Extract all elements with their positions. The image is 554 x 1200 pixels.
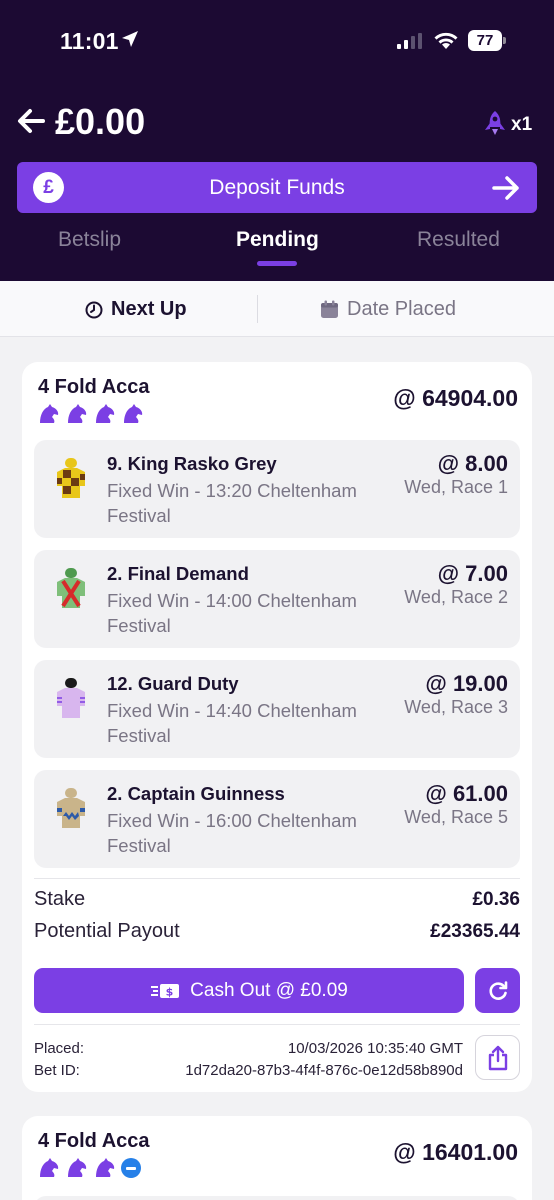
bet-card[interactable]: 4 Fold Acca @ 64904.00 9. King Rasko Gre… (22, 362, 532, 1092)
cash-out-button[interactable]: $ Cash Out @ £0.09 (34, 968, 464, 1013)
horse-head-icon (96, 404, 115, 423)
runner-name: 2. Captain Guinness (107, 783, 285, 804)
horse-head-icon (68, 404, 87, 423)
leg-odds: @ 8.00 (437, 451, 508, 476)
bet-leg[interactable]: 2. Final Demand Fixed Win - 14:00 Chelte… (34, 550, 520, 648)
share-button[interactable] (475, 1035, 520, 1080)
market-description: Fixed Win - 16:00 Cheltenham Festival (107, 810, 357, 856)
horse-head-icon (40, 1158, 59, 1177)
refresh-icon (489, 980, 507, 1000)
divider (34, 878, 520, 879)
refresh-cashout-button[interactable] (475, 968, 520, 1013)
void-leg-icon (121, 1158, 141, 1178)
sort-next-up-label: Next Up (111, 298, 187, 320)
tab-betslip[interactable]: Betslip (58, 228, 121, 252)
market-description: Fixed Win - 13:20 Cheltenham Festival (107, 480, 357, 526)
market-description: Fixed Win - 14:00 Cheltenham Festival (107, 590, 357, 636)
battery-level: 77 (468, 30, 502, 51)
tab-resulted[interactable]: Resulted (417, 228, 500, 252)
divider (34, 1024, 520, 1025)
battery-nub (503, 37, 506, 44)
runner-name: 9. King Rasko Grey (107, 453, 277, 474)
market-description: Fixed Win - 14:40 Cheltenham Festival (107, 700, 357, 746)
potential-payout-value: £23365.44 (430, 921, 520, 942)
stake-value: £0.36 (472, 889, 520, 910)
bet-id-value: 1d72da20-87b3-4f4f-876c-0e12d58b890d (185, 1062, 463, 1079)
leg-odds: @ 7.00 (437, 561, 508, 586)
calendar-icon (321, 300, 338, 318)
wifi-icon (434, 32, 458, 49)
clock-icon (85, 301, 103, 318)
bet-leg[interactable]: 12. Guard Duty Fixed Win - 14:40 Chelten… (34, 660, 520, 758)
leg-odds: @ 61.00 (425, 781, 508, 806)
placed-datetime: 10/03/2026 10:35:40 GMT (287, 1040, 463, 1057)
leg-race: Wed, Race 2 (404, 587, 508, 607)
leg-race: Wed, Race 5 (404, 807, 508, 827)
bet-id-label: Bet ID: (34, 1062, 80, 1079)
deposit-funds-label: Deposit Funds (209, 176, 345, 199)
bet-leg[interactable] (34, 1196, 520, 1200)
potential-payout-label: Potential Payout (34, 920, 180, 942)
tab-pending[interactable]: Pending (236, 228, 319, 252)
bet-title: 4 Fold Acca (38, 1130, 150, 1152)
runner-name: 2. Final Demand (107, 563, 249, 584)
leg-race: Wed, Race 1 (404, 477, 508, 497)
runner-name: 12. Guard Duty (107, 673, 239, 694)
cash-out-label: Cash Out @ £0.09 (190, 979, 348, 1001)
signal-icon (397, 33, 422, 49)
horse-head-icon (96, 1158, 115, 1177)
location-arrow-icon (122, 31, 138, 47)
status-time: 11:01 (60, 28, 119, 54)
bet-odds: @ 16401.00 (393, 1139, 518, 1165)
jockey-silk-icon (57, 458, 85, 498)
stake-label: Stake (34, 888, 86, 910)
bet-leg[interactable]: 2. Captain Guinness Fixed Win - 16:00 Ch… (34, 770, 520, 868)
svg-text:$: $ (166, 985, 174, 998)
bet-title: 4 Fold Acca (38, 376, 150, 398)
sort-next-up[interactable]: Next Up (85, 298, 187, 321)
app-header: 11:01 77 £0.00 x1 £ Deposit Funds Betsli… (0, 0, 554, 281)
rocket-icon[interactable] (484, 110, 506, 136)
back-arrow-icon[interactable] (16, 105, 46, 137)
account-balance: £0.00 (55, 101, 146, 142)
active-tab-indicator (257, 261, 297, 266)
sort-date-placed-label: Date Placed (347, 298, 456, 320)
leg-odds: @ 19.00 (425, 671, 508, 696)
leg-status-icons (37, 403, 145, 425)
horse-head-icon (40, 404, 59, 423)
jockey-silk-icon (57, 788, 85, 828)
status-bar: 11:01 77 (0, 0, 554, 80)
cash-icon: $ (151, 983, 180, 998)
leg-race: Wed, Race 3 (404, 697, 508, 717)
placed-label: Placed: (34, 1040, 85, 1057)
battery-indicator: 77 (468, 30, 506, 51)
sort-date-placed[interactable]: Date Placed (320, 298, 456, 321)
sort-bar: Next Up Date Placed (0, 281, 554, 337)
arrow-right-icon (492, 176, 519, 200)
deposit-funds-button[interactable]: £ Deposit Funds (17, 162, 537, 213)
horse-head-icon (124, 404, 143, 423)
share-icon (488, 1045, 507, 1070)
jockey-silk-icon (57, 678, 85, 718)
horse-head-icon (68, 1158, 87, 1177)
leg-status-icons (37, 1157, 141, 1179)
boost-count[interactable]: x1 (511, 114, 532, 136)
bet-odds: @ 64904.00 (393, 385, 518, 411)
jockey-silk-icon (57, 568, 85, 608)
bet-card[interactable]: 4 Fold Acca @ 16401.00 (22, 1116, 532, 1200)
sort-divider (257, 295, 258, 323)
bet-leg[interactable]: 9. King Rasko Grey Fixed Win - 13:20 Che… (34, 440, 520, 538)
